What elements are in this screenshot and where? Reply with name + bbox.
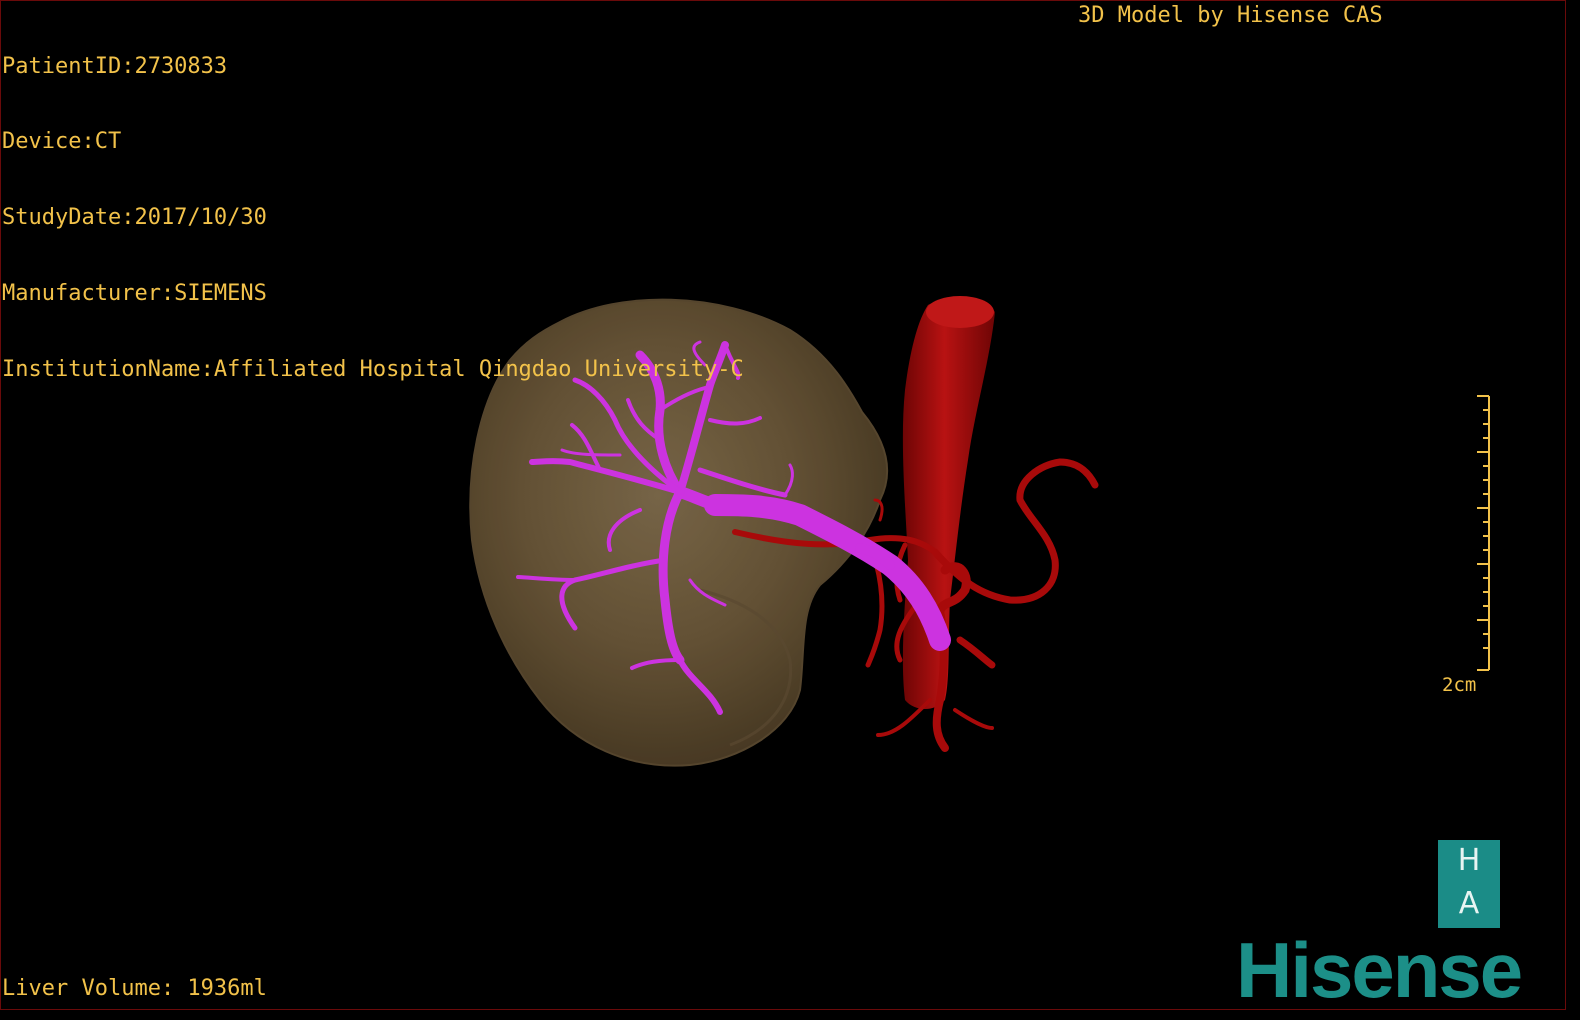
manufacturer: Manufacturer:SIEMENS [2,281,267,307]
scale-bar-label: 2cm [1442,674,1477,696]
device: Device:CT [2,129,122,155]
orientation-badge-top: H [1457,843,1481,878]
hisense-logo: Hisense [1236,926,1523,1014]
patient-id: PatientID:2730833 [2,53,228,79]
orientation-badge: H A [1438,840,1500,928]
model-credit: 3D Model by Hisense CAS [1078,3,1383,28]
orientation-badge-bottom: A [1458,886,1480,921]
liver-volume: Liver Volume: 1936ml [2,976,267,1001]
study-date: StudyDate:2017/10/30 [2,205,267,231]
dicom-info-overlay: PatientID:2730833 Device:CT StudyDate:20… [2,3,744,408]
scale-bar [1477,395,1490,671]
institution-name: InstitutionName:Affiliated Hospital Qing… [2,357,744,383]
vena-cava-top [926,296,994,328]
vena-cava [902,298,995,709]
